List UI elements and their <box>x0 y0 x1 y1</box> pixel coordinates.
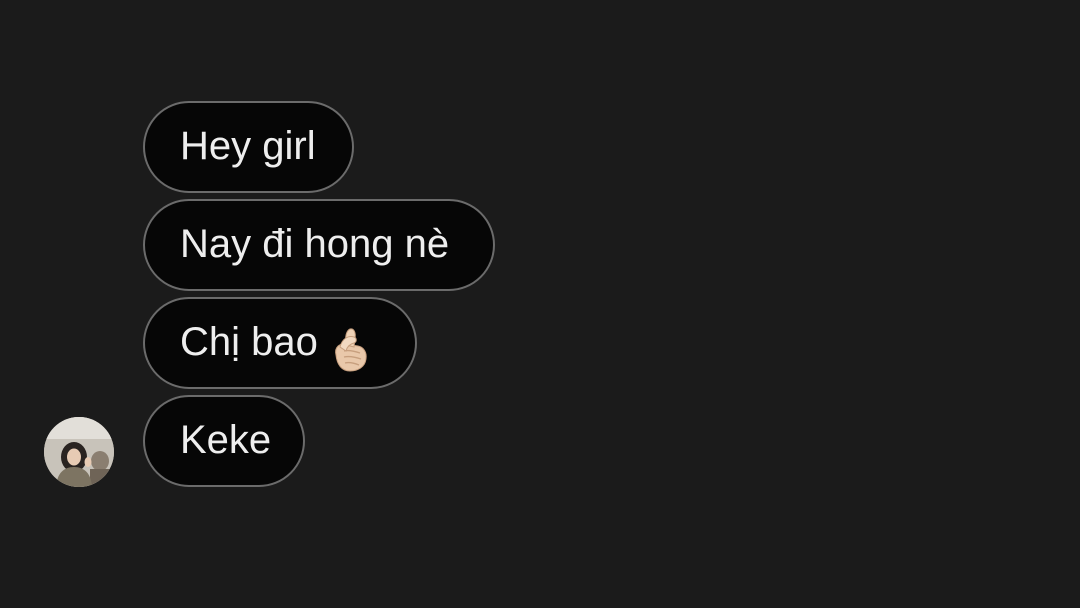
message-bubble[interactable]: Chị bao <box>143 297 417 389</box>
message-text: Chị bao <box>180 320 318 364</box>
message-text: Keke <box>180 418 272 462</box>
message-bubble[interactable]: Nay đi hong nè <box>143 199 495 291</box>
message-bubble[interactable]: Hey girl <box>143 101 354 193</box>
finger-heart-emoji-icon <box>330 317 370 372</box>
message-text: Hey girl <box>180 124 316 168</box>
message-text: Nay đi hong nè <box>180 222 450 266</box>
avatar-photo-icon <box>44 417 114 487</box>
chat-thread: Hey girl Nay đi hong nè Chị bao Keke <box>0 0 1080 608</box>
contact-avatar[interactable] <box>44 417 114 487</box>
message-bubble[interactable]: Keke <box>143 395 305 487</box>
